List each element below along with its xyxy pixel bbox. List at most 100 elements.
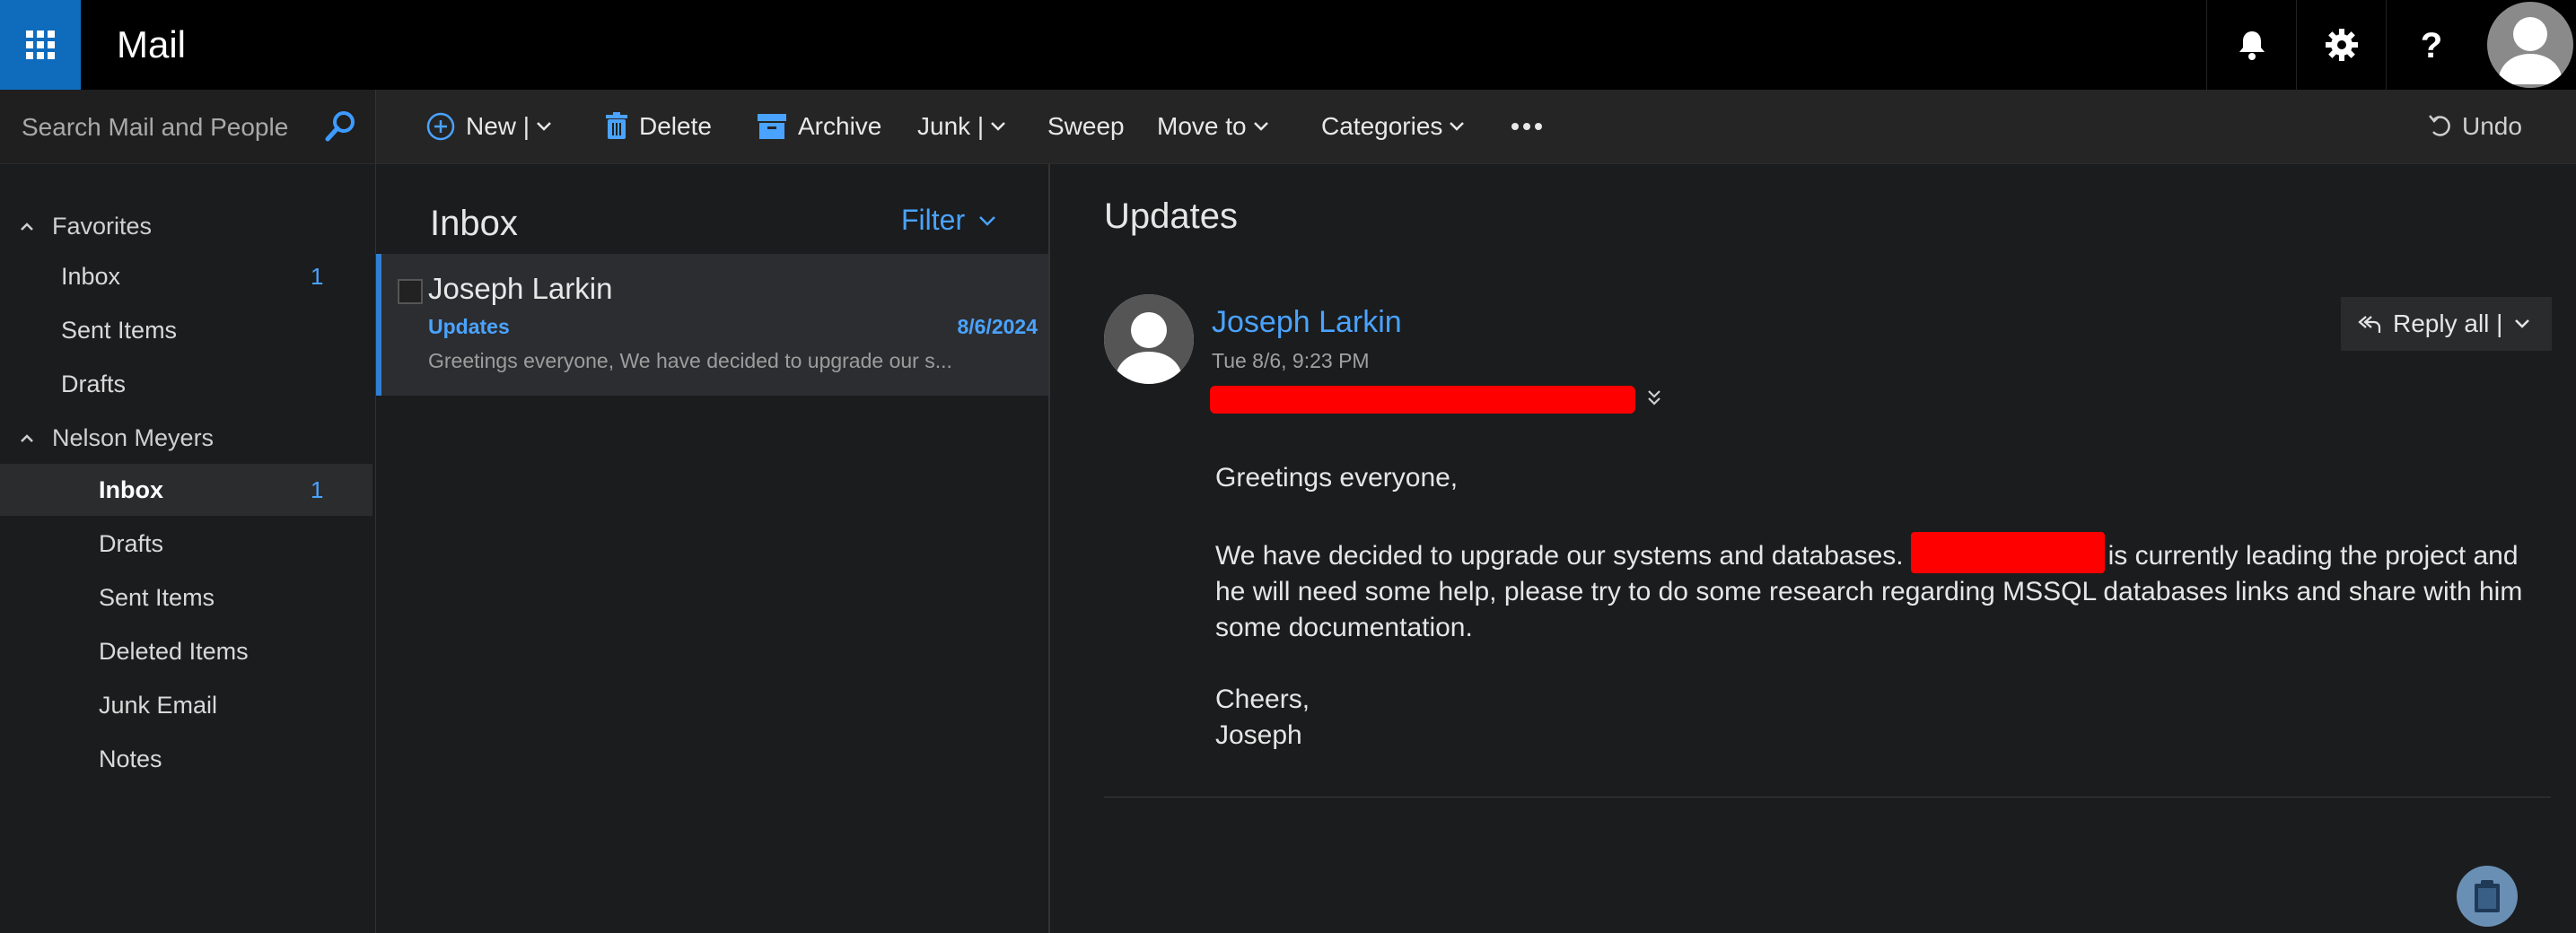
sidebar-item-drafts[interactable]: Drafts <box>0 518 372 570</box>
sweep-button[interactable]: Sweep <box>1047 90 1125 163</box>
email-closing: Cheers, <box>1215 684 1310 714</box>
sidebar-item-label: Deleted Items <box>99 637 249 665</box>
clipboard-icon <box>2475 880 2500 912</box>
chevron-down-icon <box>1253 122 1268 131</box>
archive-button-label: Archive <box>798 112 882 140</box>
message-preview: Greetings everyone, We have decided to u… <box>428 349 952 372</box>
junk-button-label: Junk | <box>917 112 985 140</box>
chevron-down-icon <box>991 122 1006 131</box>
add-circle-icon <box>426 112 455 141</box>
chevron-down-icon[interactable] <box>2513 318 2531 330</box>
waffle-icon <box>26 31 55 59</box>
archive-button[interactable]: Archive <box>757 90 881 163</box>
email-greeting: Greetings everyone, <box>1215 463 1459 493</box>
sent-timestamp: Tue 8/6, 9:23 PM <box>1212 349 1370 372</box>
new-button-label: New | <box>466 112 530 140</box>
more-ellipsis-icon <box>1511 123 1542 130</box>
categories-button-label: Categories <box>1321 112 1443 140</box>
undo-icon <box>2429 115 2450 136</box>
junk-button[interactable]: Junk | <box>917 90 1007 163</box>
sidebar-item-label: Notes <box>99 745 162 772</box>
sweep-button-label: Sweep <box>1047 112 1125 140</box>
sidebar-item-deleted-items[interactable]: Deleted Items <box>0 625 372 677</box>
email-paragraph: We have decided to upgrade our systems a… <box>1215 532 2544 646</box>
reply-all-label: Reply all | <box>2393 310 2503 337</box>
person-icon <box>1104 294 1194 384</box>
sidebar-item-label: Sent Items <box>61 316 178 344</box>
settings-button[interactable] <box>2296 0 2387 90</box>
command-bar: New | Delete Archive Junk | Sweep Move t… <box>376 90 2576 164</box>
delete-button[interactable]: Delete <box>605 90 712 163</box>
sender-name-link[interactable]: Joseph Larkin <box>1212 305 1402 340</box>
delete-button-label: Delete <box>639 112 712 140</box>
sidebar-item-favorites-sent-items[interactable]: Sent Items <box>0 304 372 356</box>
help-button[interactable]: ? <box>2386 0 2476 90</box>
notifications-button[interactable] <box>2206 0 2297 90</box>
search-icon[interactable] <box>323 109 357 144</box>
chevron-up-icon <box>21 434 33 442</box>
message-select-checkbox[interactable] <box>398 279 423 304</box>
message-subject: Updates <box>428 315 510 338</box>
message-list-item[interactable]: Joseph Larkin Updates 8/6/2024 Greetings… <box>376 254 1048 396</box>
message-date: 8/6/2024 <box>957 315 1038 338</box>
chevron-down-icon <box>1450 122 1465 131</box>
sidebar-item-favorites-drafts[interactable]: Drafts <box>0 358 372 410</box>
search-input[interactable]: Search Mail and People <box>22 113 288 142</box>
sidebar-item-notes[interactable]: Notes <box>0 733 372 785</box>
chevron-down-icon <box>537 122 551 131</box>
email-subject: Updates <box>1104 196 1238 236</box>
reading-pane: Updates Joseph Larkin Tue 8/6, 9:23 PM R… <box>1050 164 2576 933</box>
email-paragraph-start: We have decided to upgrade our systems a… <box>1215 541 1904 571</box>
gear-icon <box>2326 29 2358 61</box>
undo-button[interactable]: Undo <box>2428 90 2522 163</box>
filter-label: Filter <box>901 204 966 236</box>
email-body: Greetings everyone, We have decided to u… <box>1215 460 2544 754</box>
archive-icon <box>758 114 786 139</box>
sidebar-item-label: Junk Email <box>99 691 218 719</box>
folder-pane: Favorites Inbox 1 Sent Items Drafts Nels… <box>0 164 376 933</box>
redacted-recipients <box>1210 386 1635 414</box>
clipboard-button[interactable] <box>2457 866 2518 927</box>
search-box[interactable]: Search Mail and People <box>0 90 376 164</box>
reply-all-button[interactable]: Reply all | <box>2341 297 2552 351</box>
chevron-down-icon <box>979 215 995 226</box>
help-icon: ? <box>2421 27 2442 63</box>
undo-button-label: Undo <box>2462 112 2522 140</box>
sidebar-item-favorites-inbox[interactable]: Inbox 1 <box>0 250 372 302</box>
sidebar-item-inbox[interactable]: Inbox 1 <box>0 464 372 516</box>
avatar <box>2487 2 2573 88</box>
account-avatar-button[interactable] <box>2484 0 2576 90</box>
more-actions-button[interactable] <box>1511 90 1543 163</box>
app-launcher-button[interactable] <box>0 0 81 90</box>
new-button[interactable]: New | <box>426 90 553 163</box>
chevron-up-icon <box>21 222 33 231</box>
top-bar: Mail ? <box>0 0 2576 90</box>
expand-recipients-icon[interactable] <box>1646 388 1662 408</box>
sidebar-item-sent-items[interactable]: Sent Items <box>0 571 372 623</box>
app-title: Mail <box>117 23 187 65</box>
sidebar-item-label: Drafts <box>61 370 127 397</box>
nav-group-account[interactable]: Nelson Meyers <box>0 412 372 464</box>
categories-button[interactable]: Categories <box>1321 90 1466 163</box>
sidebar-item-label: Drafts <box>99 529 164 557</box>
unread-count-badge: 1 <box>311 475 324 503</box>
sidebar-item-label: Inbox <box>61 262 121 290</box>
move-to-button[interactable]: Move to <box>1157 90 1270 163</box>
sidebar-item-label: Sent Items <box>99 583 215 611</box>
svg-text:?: ? <box>2421 27 2442 63</box>
nav-group-label: Nelson Meyers <box>52 423 215 451</box>
unread-count-badge: 1 <box>311 262 324 290</box>
message-sender: Joseph Larkin <box>428 272 613 305</box>
email-signature: Joseph <box>1215 720 1302 750</box>
nav-group-label: Favorites <box>52 212 153 240</box>
sender-avatar <box>1104 294 1194 384</box>
nav-group-favorites[interactable]: Favorites <box>0 200 372 252</box>
redacted-name <box>1910 532 2105 573</box>
sidebar-item-junk-email[interactable]: Junk Email <box>0 679 372 731</box>
reply-all-icon <box>2358 316 2381 333</box>
filter-button[interactable]: Filter <box>901 204 997 237</box>
bell-icon <box>2239 31 2265 60</box>
sidebar-item-label: Inbox <box>99 475 163 503</box>
divider <box>1104 797 2551 798</box>
trash-icon <box>606 112 627 139</box>
